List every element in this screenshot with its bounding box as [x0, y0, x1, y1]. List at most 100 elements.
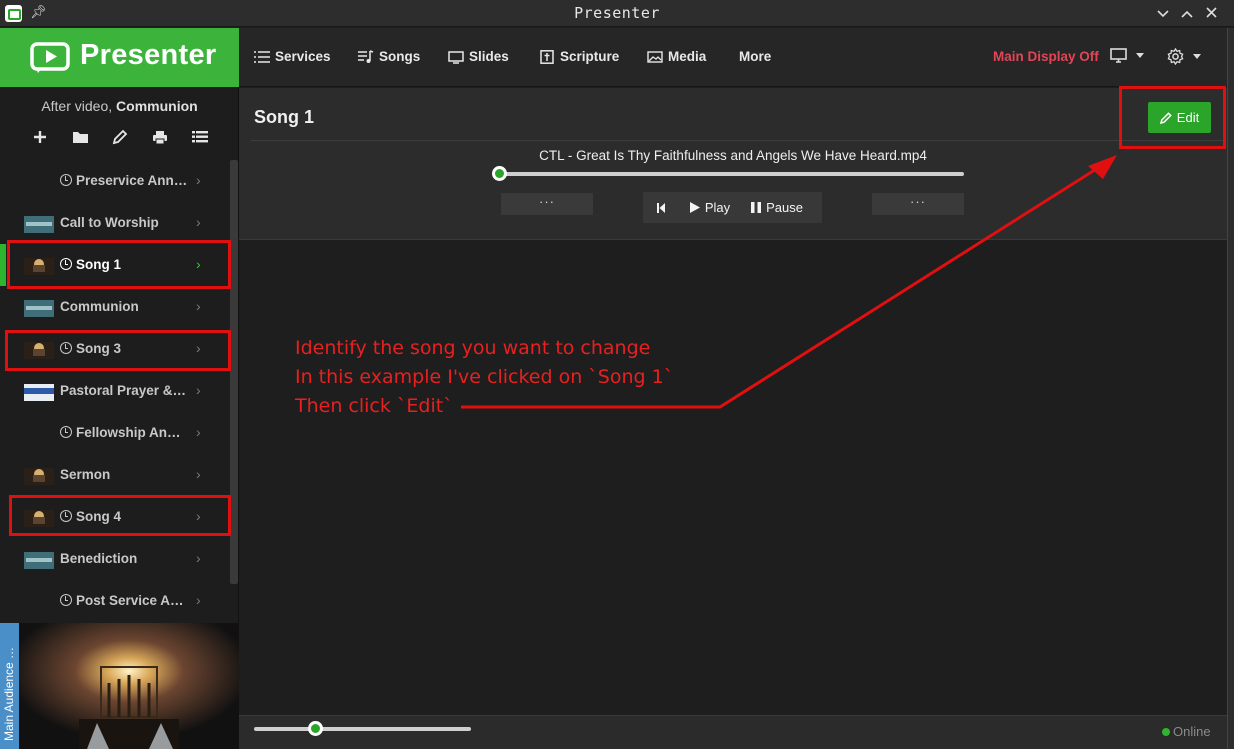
gear-icon [1167, 48, 1184, 65]
item-thumbnail [24, 468, 54, 485]
folder-icon[interactable] [70, 127, 90, 147]
nav-slides[interactable]: Slides [448, 49, 509, 64]
presenter-logo-icon [30, 42, 70, 73]
pencil-icon[interactable] [110, 127, 130, 147]
logo-text: Presenter [80, 39, 217, 71]
service-item-list: Preservice Ann… › Call to Worship › Song 1 › C… [0, 160, 230, 623]
service-item[interactable]: Pastoral Prayer &… › [0, 370, 228, 412]
list-icon [254, 50, 270, 63]
maximize-button[interactable] [1177, 3, 1197, 23]
service-item-label: Fellowship An… [60, 425, 181, 440]
service-toolbar [30, 127, 210, 147]
bible-icon [540, 49, 554, 64]
main-content: Song 1 Edit CTL - Great Is Thy Faithfuln… [239, 88, 1227, 715]
chevron-right-icon: › [196, 382, 201, 398]
item-title: Song 1 [254, 107, 315, 127]
media-progress-handle[interactable] [492, 166, 507, 181]
close-icon [1205, 7, 1217, 18]
restart-button[interactable] [643, 192, 679, 223]
service-item-label: Preservice Ann… [60, 173, 187, 188]
chevron-right-icon: › [196, 466, 201, 482]
media-progress-track[interactable] [500, 172, 964, 176]
service-item-label: Benediction [60, 551, 138, 566]
bottom-bar: Online [239, 715, 1227, 749]
monitor-icon [1110, 48, 1127, 63]
nav-media[interactable]: Media [647, 49, 706, 64]
pause-button[interactable]: Pause [741, 192, 813, 223]
sidebar-scrollbar[interactable] [230, 160, 238, 584]
play-button[interactable]: Play [679, 192, 741, 223]
image-icon [647, 50, 663, 63]
item-thumbnail [24, 384, 54, 401]
close-button[interactable] [1201, 3, 1221, 23]
service-item[interactable]: Communion › [0, 286, 228, 328]
plus-icon[interactable] [30, 127, 50, 147]
media-filename: CTL - Great Is Thy Faithfulness and Ange… [539, 148, 927, 163]
window-edge [1227, 28, 1234, 749]
printer-icon[interactable] [150, 127, 170, 147]
clock-icon [60, 174, 72, 186]
volume-slider-track[interactable] [254, 727, 471, 731]
service-item-label: Pastoral Prayer &… [60, 383, 187, 398]
chevron-up-icon [1181, 10, 1193, 18]
minimize-button[interactable] [1153, 3, 1173, 23]
service-item-label: Communion [60, 299, 139, 314]
item-thumbnail [24, 552, 54, 569]
chevron-right-icon: › [196, 424, 201, 440]
music-list-icon [358, 49, 374, 63]
nav-services[interactable]: Services [254, 49, 331, 64]
service-item-label: Post Service A… [60, 593, 184, 608]
highlight-box-edit [1119, 86, 1226, 149]
highlight-box-song-1 [7, 240, 231, 289]
next-options-button[interactable]: ··· [872, 193, 964, 215]
sidebar: Presenter After video, Communion Preserv… [0, 28, 239, 749]
volume-slider-handle[interactable] [307, 721, 323, 736]
service-item[interactable]: Benediction › [0, 538, 228, 580]
display-menu-button[interactable] [1110, 48, 1144, 63]
app-logo: Presenter [0, 28, 239, 87]
chevron-down-icon [1157, 10, 1169, 18]
service-item[interactable]: Preservice Ann… › [0, 160, 228, 202]
settings-menu-button[interactable] [1167, 48, 1201, 65]
skip-back-icon [656, 202, 665, 213]
chevron-right-icon: › [196, 298, 201, 314]
highlight-box-song-3 [5, 330, 231, 371]
service-item-label: Call to Worship [60, 215, 159, 230]
item-thumbnail [24, 300, 54, 317]
preview-tab[interactable]: Main Audience … [0, 623, 19, 749]
nav-more[interactable]: More [739, 49, 771, 64]
nav-songs[interactable]: Songs [358, 49, 420, 64]
tutorial-annotation: Identify the song you want to change In … [295, 337, 674, 417]
service-item[interactable]: Post Service A… › [0, 580, 228, 622]
list-icon[interactable] [190, 127, 210, 147]
service-name: After video, Communion [41, 98, 198, 114]
main-audience-preview: Main Audience … [0, 623, 239, 749]
preview-image [19, 623, 239, 749]
nav-scripture[interactable]: Scripture [539, 49, 619, 64]
clock-icon [60, 594, 72, 606]
main-display-status[interactable]: Main Display Off [993, 49, 1099, 64]
chevron-right-icon: › [196, 550, 201, 566]
chevron-down-icon [1193, 54, 1201, 59]
pause-icon [751, 202, 762, 213]
status-dot-icon [1162, 728, 1170, 736]
play-icon [689, 202, 700, 213]
service-item[interactable]: Sermon › [0, 454, 228, 496]
top-nav: Services Songs Slides Scripture Media Mo… [239, 28, 1227, 87]
chevron-down-icon [1136, 53, 1144, 58]
window-title: Presenter [574, 4, 660, 22]
chevron-right-icon: › [196, 214, 201, 230]
service-item[interactable]: Call to Worship › [0, 202, 228, 244]
service-item-label: Sermon [60, 467, 111, 482]
previous-options-button[interactable]: ··· [501, 193, 593, 215]
clock-icon [60, 426, 72, 438]
item-thumbnail [24, 216, 54, 233]
title-bar: 📌︎ Presenter [0, 0, 1234, 27]
active-item-indicator [0, 244, 6, 286]
player-controls: Play Pause [643, 192, 822, 223]
divider [251, 140, 1225, 141]
service-item[interactable]: Fellowship An… › [0, 412, 228, 454]
connection-status: Online [1162, 724, 1211, 739]
chevron-right-icon: › [196, 172, 201, 188]
monitor-icon [448, 50, 464, 64]
